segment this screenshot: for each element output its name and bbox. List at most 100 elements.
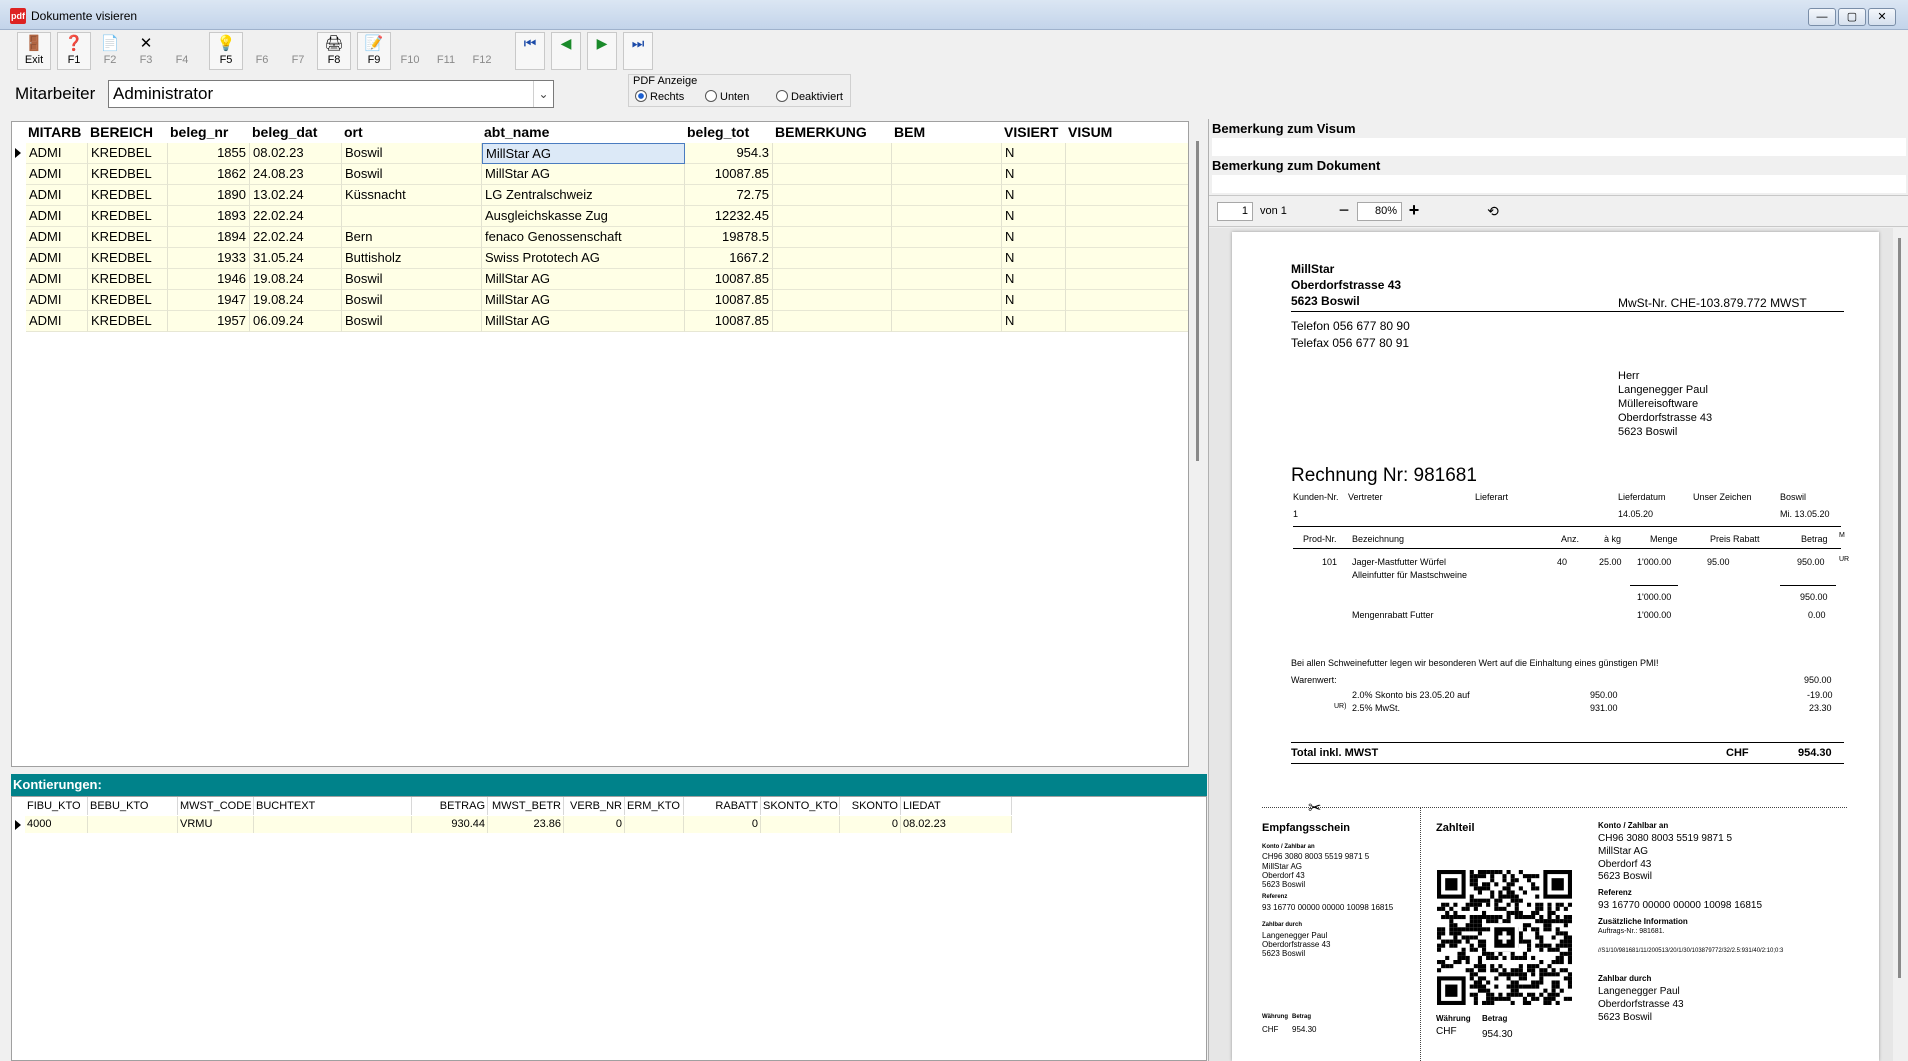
table-cell[interactable] [1066, 290, 1188, 311]
konti-cell[interactable]: 0 [564, 816, 625, 833]
table-cell[interactable]: Boswil [342, 143, 482, 164]
table-cell[interactable]: Swiss Prototech AG [482, 248, 685, 269]
table-cell[interactable]: ADMI [26, 164, 88, 185]
table-row[interactable]: ADMI KREDBEL 1893 22.02.24 Ausgleichskasse Z… [12, 206, 1188, 227]
table-cell[interactable]: KREDBEL [88, 248, 168, 269]
table-cell[interactable] [1066, 269, 1188, 290]
table-cell[interactable]: N [1002, 290, 1066, 311]
radio-rechts[interactable]: Rechts [635, 90, 684, 103]
table-cell[interactable]: fenaco Genossenschaft [482, 227, 685, 248]
toolbar-button-f12[interactable]: F12 [465, 32, 499, 70]
konti-column-header[interactable]: BETRAG [412, 797, 488, 815]
bemerkung-visum-field[interactable] [1212, 138, 1906, 156]
konti-column-header[interactable]: LIEDAT [901, 797, 1012, 815]
table-cell[interactable] [892, 164, 1002, 185]
table-cell[interactable] [892, 311, 1002, 332]
konti-cell[interactable]: 23.86 [488, 816, 564, 833]
konti-cell[interactable] [625, 816, 684, 833]
column-header[interactable]: abt_name [484, 123, 549, 141]
table-cell[interactable]: ADMI [26, 311, 88, 332]
table-cell[interactable]: N [1002, 269, 1066, 290]
table-row[interactable]: ADMI KREDBEL 1957 06.09.24 Boswil MillStar AG… [12, 311, 1188, 332]
table-cell[interactable] [773, 206, 892, 227]
table-cell[interactable] [1066, 311, 1188, 332]
table-cell[interactable]: MillStar AG [482, 164, 685, 185]
table-cell[interactable]: 1855 [168, 143, 250, 164]
toolbar-button-f4[interactable]: F4 [165, 32, 199, 70]
table-cell[interactable]: 19.08.24 [250, 290, 342, 311]
konti-cell[interactable]: VRMU [178, 816, 254, 833]
table-cell[interactable]: ADMI [26, 248, 88, 269]
table-cell[interactable]: MillStar AG [482, 269, 685, 290]
table-cell[interactable] [892, 290, 1002, 311]
table-cell[interactable]: N [1002, 143, 1066, 164]
column-header[interactable]: beleg_nr [170, 123, 228, 141]
konti-cell[interactable] [88, 816, 178, 833]
nav-button-0[interactable]: ⏮ [515, 32, 545, 70]
table-cell[interactable]: 954.3 [685, 143, 773, 164]
nav-button-3[interactable]: ⏭ [623, 32, 653, 70]
table-cell[interactable]: KREDBEL [88, 269, 168, 290]
table-cell[interactable] [773, 185, 892, 206]
konti-column-header[interactable]: MWST_CODE [178, 797, 254, 815]
table-cell[interactable]: 10087.85 [685, 269, 773, 290]
table-cell[interactable]: 19878.5 [685, 227, 773, 248]
table-cell[interactable]: Boswil [342, 290, 482, 311]
pdf-scrollbar[interactable] [1893, 228, 1908, 1061]
konti-column-header[interactable]: RABATT [684, 797, 761, 815]
table-cell[interactable]: ADMI [26, 269, 88, 290]
konti-column-header[interactable]: VERB_NR [564, 797, 625, 815]
table-cell[interactable]: 22.02.24 [250, 206, 342, 227]
table-cell[interactable] [892, 248, 1002, 269]
table-cell[interactable]: ADMI [26, 143, 88, 164]
table-row[interactable]: ADMI KREDBEL 1862 24.08.23 Boswil MillStar AG… [12, 164, 1188, 185]
table-cell[interactable]: 10087.85 [685, 164, 773, 185]
table-cell[interactable]: 1862 [168, 164, 250, 185]
konti-column-header[interactable]: MWST_BETR [488, 797, 564, 815]
table-cell[interactable]: MillStar AG [482, 290, 685, 311]
table-cell[interactable]: 10087.85 [685, 290, 773, 311]
table-cell[interactable]: KREDBEL [88, 164, 168, 185]
column-header[interactable]: VISUM [1068, 123, 1112, 141]
column-header[interactable]: BEMERKUNG [775, 123, 867, 141]
table-cell[interactable]: N [1002, 248, 1066, 269]
table-cell[interactable] [773, 311, 892, 332]
konti-cell[interactable]: 0 [684, 816, 761, 833]
table-cell[interactable] [773, 290, 892, 311]
zoom-input[interactable]: 80% [1357, 202, 1402, 221]
nav-button-1[interactable]: ◀ [551, 32, 581, 70]
table-cell[interactable]: 24.08.23 [250, 164, 342, 185]
table-cell[interactable]: Boswil [342, 164, 482, 185]
table-cell[interactable] [892, 185, 1002, 206]
toolbar-button-f8[interactable]: 🖨 F8 [317, 32, 351, 70]
konti-column-header[interactable]: ERM_KTO [625, 797, 684, 815]
table-cell[interactable] [1066, 164, 1188, 185]
table-cell[interactable]: 1667.2 [685, 248, 773, 269]
table-cell[interactable] [892, 143, 1002, 164]
column-header[interactable]: BEM [894, 123, 925, 141]
column-header[interactable]: MITARB [28, 123, 81, 141]
table-cell[interactable]: KREDBEL [88, 311, 168, 332]
table-cell[interactable]: 10087.85 [685, 311, 773, 332]
table-cell[interactable]: N [1002, 227, 1066, 248]
chevron-down-icon[interactable]: ⌄ [533, 81, 553, 107]
table-cell[interactable]: N [1002, 206, 1066, 227]
table-cell[interactable]: Küssnacht [342, 185, 482, 206]
scrollbar-thumb[interactable] [1898, 238, 1901, 978]
table-cell[interactable] [1066, 206, 1188, 227]
toolbar-button-f7[interactable]: F7 [281, 32, 315, 70]
konti-cell[interactable] [761, 816, 840, 833]
table-cell[interactable]: 72.75 [685, 185, 773, 206]
table-cell[interactable] [773, 164, 892, 185]
table-cell[interactable] [773, 227, 892, 248]
table-cell[interactable]: Buttisholz [342, 248, 482, 269]
table-cell[interactable]: KREDBEL [88, 227, 168, 248]
table-cell[interactable]: N [1002, 311, 1066, 332]
table-cell[interactable] [892, 206, 1002, 227]
table-cell[interactable]: 1933 [168, 248, 250, 269]
table-row[interactable]: ADMI KREDBEL 1855 08.02.23 Boswil MillStar AG… [12, 143, 1188, 164]
toolbar-button-f1[interactable]: ❓ F1 [57, 32, 91, 70]
pdf-viewer[interactable]: MillStar Oberdorfstrasse 43 5623 Boswil … [1209, 228, 1908, 1061]
zoom-in-button[interactable]: + [1404, 201, 1424, 221]
toolbar-button-f10[interactable]: F10 [393, 32, 427, 70]
